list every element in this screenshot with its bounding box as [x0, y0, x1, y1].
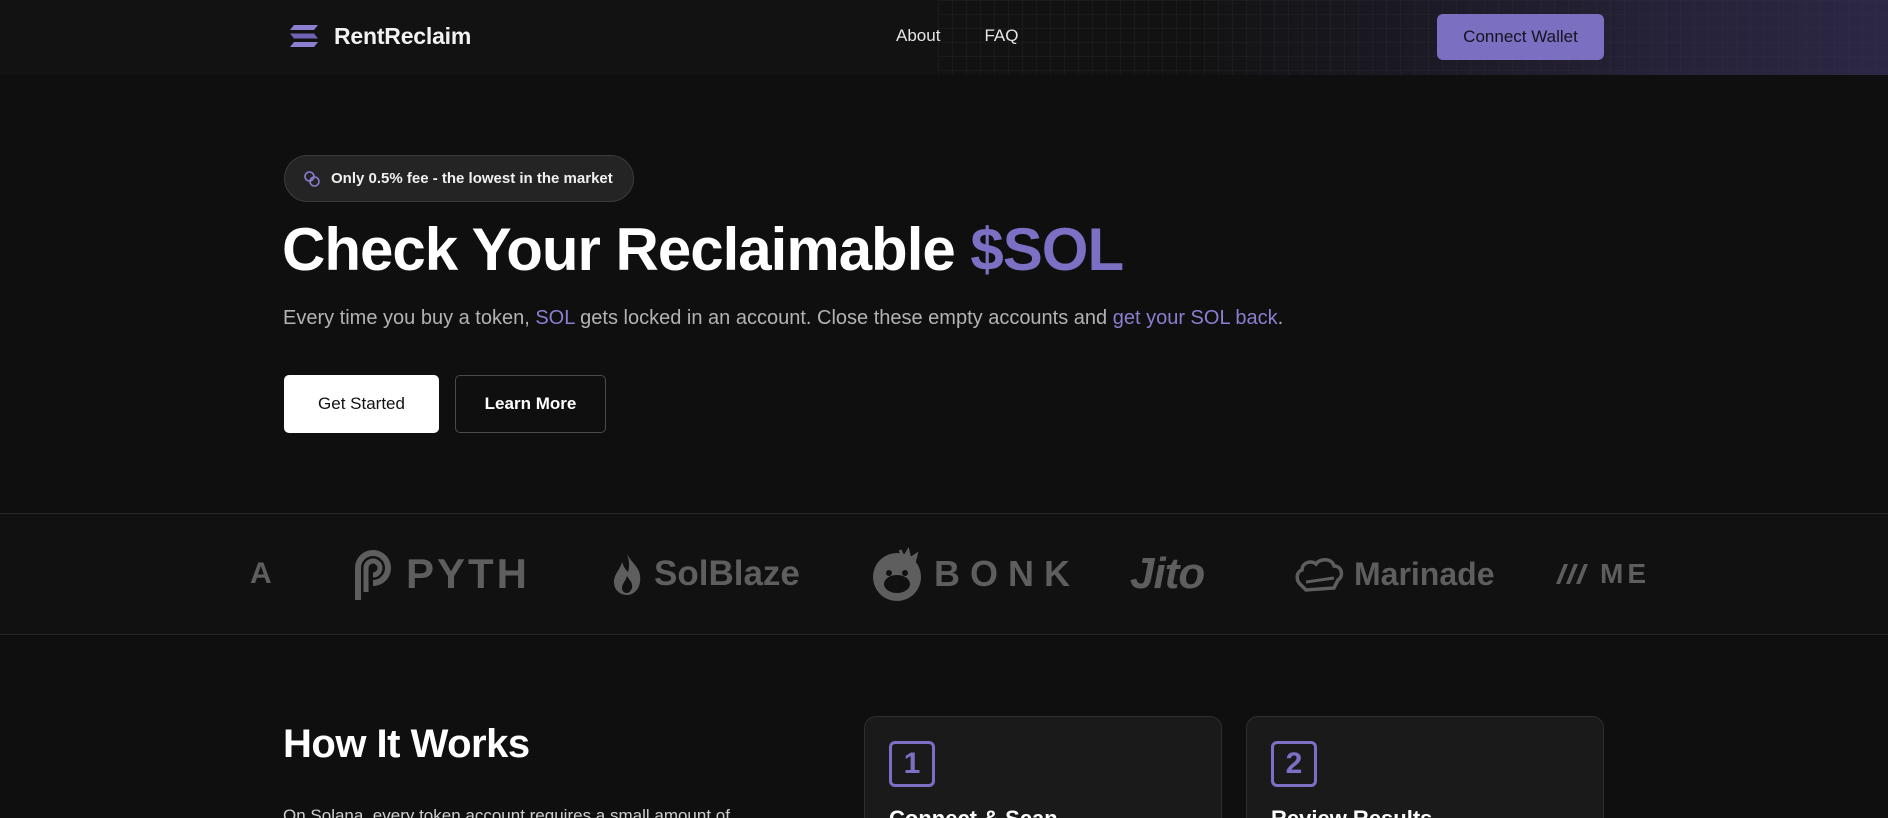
- partner-pyth: PYTH: [350, 544, 530, 604]
- partner-solblaze: SolBlaze: [610, 544, 800, 604]
- bonk-label: BONK: [934, 553, 1080, 594]
- fee-badge: Only 0.5% fee - the lowest in the market: [284, 155, 634, 202]
- connect-wallet-button[interactable]: Connect Wallet: [1437, 14, 1604, 60]
- meteora-logo-icon: [1556, 564, 1588, 584]
- chef-hat-icon: [1295, 558, 1344, 592]
- solblaze-label: SolBlaze: [654, 554, 800, 593]
- hero-sub-part: .: [1277, 307, 1284, 329]
- step-number-badge: 2: [1271, 741, 1317, 787]
- partner-logo-track: A PYTH SolBlaze BONK Jito Marinade ME: [246, 514, 1646, 636]
- flame-icon: [614, 554, 641, 595]
- get-started-button[interactable]: Get Started: [284, 375, 439, 433]
- step-number-badge: 1: [889, 741, 935, 787]
- hero-title-accent: $SOL: [970, 216, 1124, 283]
- step-title: Connect & Scan: [889, 806, 1058, 818]
- bonk-dog-icon: [873, 547, 921, 601]
- partner-marinade: Marinade: [1294, 544, 1494, 604]
- hero-subtitle: Every time you buy a token, SOL gets loc…: [283, 307, 1283, 330]
- partner-partial-left-label: A: [250, 557, 272, 590]
- main-nav: About FAQ: [896, 26, 1018, 46]
- partner-partial-left: A: [250, 544, 272, 604]
- partner-partial-right-label: ME: [1600, 558, 1646, 589]
- learn-more-button[interactable]: Learn More: [455, 375, 606, 433]
- nav-faq-link[interactable]: FAQ: [984, 26, 1018, 46]
- hero-title: Check Your Reclaimable $SOL: [282, 215, 1124, 284]
- nav-about-link[interactable]: About: [896, 26, 940, 46]
- hero-sub-highlight-sol: SOL: [535, 307, 575, 329]
- header: RentReclaim About FAQ Connect Wallet: [0, 0, 1888, 75]
- marinade-label: Marinade: [1354, 555, 1495, 592]
- pyth-logo-icon: [355, 550, 391, 600]
- hero-title-main: Check Your Reclaimable: [282, 216, 971, 283]
- step-card-2: 2 Review Results: [1246, 716, 1604, 818]
- coins-icon: [304, 170, 320, 187]
- step-title: Review Results: [1271, 806, 1432, 818]
- step-card-1: 1 Connect & Scan: [864, 716, 1222, 818]
- brand-logo[interactable]: RentReclaim: [288, 20, 471, 52]
- jito-label: Jito: [1130, 549, 1205, 598]
- solana-logo-icon: [290, 25, 318, 47]
- hero-sub-part: gets locked in an account. Close these e…: [574, 307, 1113, 329]
- partner-partial-right: ME: [1554, 544, 1646, 604]
- partner-bonk: BONK: [870, 544, 1080, 604]
- partner-jito: Jito: [1130, 544, 1205, 604]
- hero-sub-part: Every time you buy a token,: [283, 307, 536, 329]
- how-it-works-title: How It Works: [283, 722, 530, 766]
- brand-name: RentReclaim: [334, 22, 472, 49]
- how-it-works-text: On Solana, every token account requires …: [283, 806, 730, 818]
- pyth-label: PYTH: [406, 550, 531, 597]
- partner-logo-strip: A PYTH SolBlaze BONK Jito Marinade ME: [0, 513, 1888, 635]
- hero-sub-highlight-back: get your SOL back: [1112, 307, 1278, 329]
- fee-badge-text: Only 0.5% fee - the lowest in the market: [331, 170, 613, 187]
